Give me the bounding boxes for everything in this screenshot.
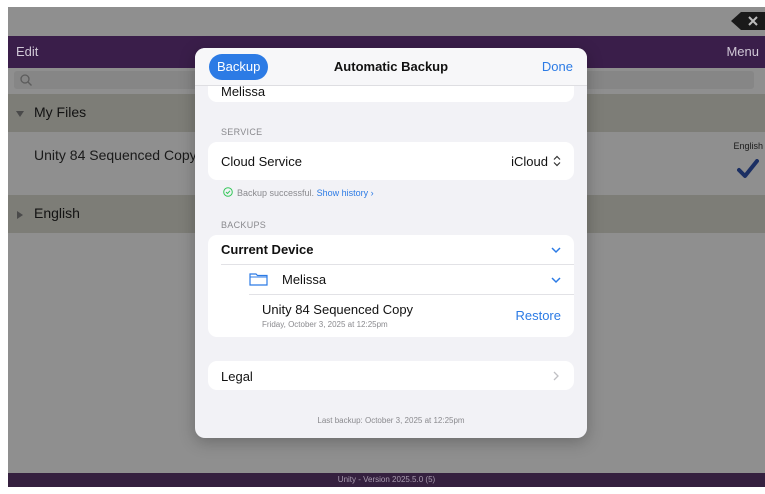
divider — [221, 264, 574, 265]
folder-name[interactable]: Melissa — [282, 272, 326, 287]
done-button[interactable]: Done — [542, 59, 573, 74]
service-section-label: SERVICE — [221, 127, 263, 137]
chevron-down-icon[interactable] — [551, 246, 561, 254]
chevron-right-icon — [553, 371, 559, 381]
success-check-icon — [223, 187, 233, 197]
version-footer: Unity - Version 2025.5.0 (5) — [8, 473, 765, 487]
updown-chevron-icon — [553, 155, 561, 167]
edit-button[interactable]: Edit — [16, 44, 38, 59]
legal-row[interactable]: Legal — [208, 361, 574, 390]
modal-title: Automatic Backup — [333, 59, 449, 74]
current-device-label[interactable]: Current Device — [221, 242, 313, 257]
cloud-service-row[interactable]: Cloud Service iCloud — [208, 142, 574, 180]
search-icon — [20, 74, 32, 86]
cloud-service-label: Cloud Service — [221, 154, 302, 169]
automatic-backup-modal: Backup Automatic Backup Done Melissa SER… — [195, 48, 587, 438]
section-label: English — [34, 205, 80, 221]
backup-status: Backup successful. Show history › — [223, 187, 374, 198]
chevron-down-icon[interactable] — [551, 276, 561, 284]
backup-item-name: Unity 84 Sequenced Copy — [262, 302, 414, 317]
section-label: My Files — [34, 104, 87, 120]
show-history-link[interactable]: Show history › — [317, 188, 374, 198]
menu-button[interactable]: Menu — [726, 44, 759, 59]
show-history-label: Show history — [316, 188, 369, 198]
status-text: Backup successful. — [237, 188, 315, 198]
top-bar — [8, 7, 765, 36]
backups-section-label: BACKUPS — [221, 220, 267, 230]
file-language: English — [733, 141, 763, 151]
backup-item-row: Unity 84 Sequenced Copy Friday, October … — [208, 294, 574, 337]
folder-icon — [249, 273, 268, 286]
backup-item-date: Friday, October 3, 2025 at 12:25pm — [262, 320, 388, 329]
backups-card: Current Device Melissa Unity 84 Sequence… — [208, 235, 574, 337]
close-icon[interactable] — [731, 12, 765, 30]
legal-label: Legal — [221, 369, 253, 384]
disclosure-down-icon — [16, 111, 24, 117]
checkmark-icon — [737, 159, 759, 178]
account-name: Melissa — [221, 84, 266, 99]
disclosure-right-icon — [17, 211, 23, 219]
restore-button[interactable]: Restore — [515, 308, 561, 323]
file-title: Unity 84 Sequenced Copy — [34, 147, 197, 163]
cloud-service-value: iCloud — [511, 154, 548, 169]
last-backup-text: Last backup: October 3, 2025 at 12:25pm — [317, 416, 465, 425]
modal-header: Backup Automatic Backup Done — [195, 48, 587, 86]
